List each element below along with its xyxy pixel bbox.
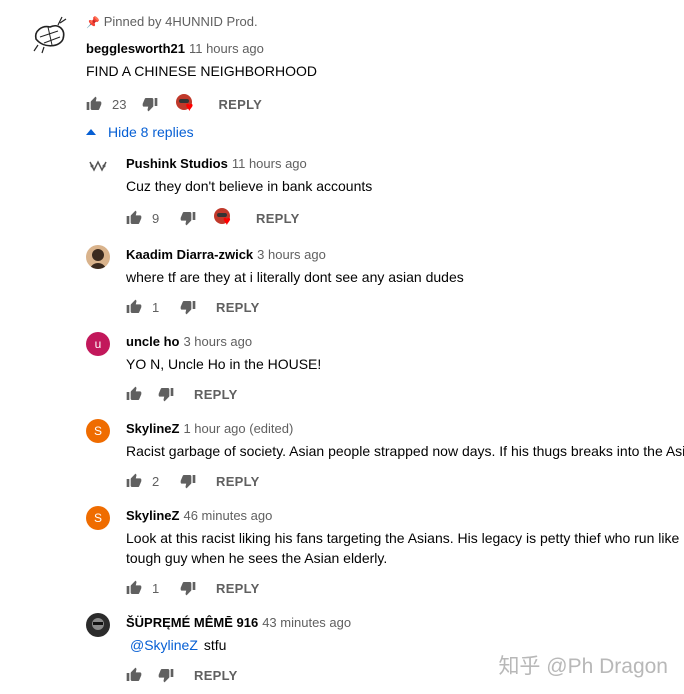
- comment-text: FIND A CHINESE NEIGHBORHOOD: [86, 63, 318, 79]
- reply-actions: 1 REPLY: [126, 295, 260, 319]
- reply-author[interactable]: uncle ho 3 hours ago: [126, 334, 252, 349]
- avatar[interactable]: S: [86, 506, 110, 530]
- dislike-icon[interactable]: [142, 96, 158, 112]
- creator-heart-icon: ♥: [176, 94, 198, 114]
- reply-text: Racist garbage of society. Asian people …: [126, 443, 684, 459]
- pinned-label: 📌 Pinned by 4HUNNID Prod.: [86, 14, 258, 29]
- author-name[interactable]: begglesworth21: [86, 41, 185, 56]
- reply-actions: 9 ♥ REPLY: [126, 206, 300, 230]
- creator-heart-icon: ♥: [214, 208, 236, 228]
- like-count: 9: [152, 210, 160, 226]
- like-count: 1: [152, 299, 160, 315]
- reply-text: Cuz they don't believe in bank accounts: [126, 178, 373, 194]
- reply-actions: 2 REPLY: [126, 469, 260, 493]
- reply-text: @SkylineZ stfu: [130, 637, 227, 653]
- like-icon[interactable]: [126, 299, 142, 315]
- like-count: 2: [152, 473, 160, 489]
- pin-icon: 📌: [86, 17, 100, 29]
- mention-link[interactable]: @SkylineZ: [130, 637, 198, 653]
- reply-author[interactable]: SkylineZ 46 minutes ago: [126, 508, 272, 523]
- like-count: 1: [152, 580, 160, 596]
- reply-author[interactable]: Pushink Studios 11 hours ago: [126, 156, 307, 171]
- like-icon[interactable]: [86, 96, 102, 112]
- like-icon[interactable]: [126, 580, 142, 596]
- like-icon[interactable]: [126, 386, 142, 402]
- reply-button[interactable]: REPLY: [216, 581, 260, 596]
- like-icon[interactable]: [126, 473, 142, 489]
- reply-author[interactable]: Kaadim Diarra-zwick 3 hours ago: [126, 247, 326, 262]
- reply-actions: 1 REPLY: [126, 576, 260, 600]
- dislike-icon[interactable]: [180, 580, 196, 596]
- reply-button[interactable]: REPLY: [218, 97, 262, 112]
- reply-text: YO N, Uncle Ho in the HOUSE!: [126, 356, 322, 372]
- reply-button[interactable]: REPLY: [194, 668, 238, 683]
- dislike-icon[interactable]: [180, 473, 196, 489]
- avatar[interactable]: S: [86, 419, 110, 443]
- like-icon[interactable]: [126, 210, 142, 226]
- reply-author[interactable]: ŠÜPRĘMÉ MÊMĒ 916 43 minutes ago: [126, 615, 351, 630]
- avatar[interactable]: [86, 154, 110, 178]
- reply-actions: REPLY: [126, 663, 238, 687]
- like-count: 23: [112, 96, 127, 112]
- reply-button[interactable]: REPLY: [256, 211, 300, 226]
- dislike-icon[interactable]: [158, 386, 174, 402]
- reply-actions: REPLY: [126, 382, 238, 406]
- comment-author[interactable]: begglesworth21 11 hours ago: [86, 41, 264, 56]
- avatar[interactable]: u: [86, 332, 110, 356]
- dislike-icon[interactable]: [180, 299, 196, 315]
- reply-button[interactable]: REPLY: [216, 300, 260, 315]
- reply-text: where tf are they at i literally dont se…: [126, 269, 464, 285]
- avatar[interactable]: [30, 15, 70, 55]
- watermark: 知乎 @Ph Dragon: [498, 655, 668, 678]
- comment-actions: 23 ♥ REPLY: [86, 92, 262, 116]
- reply-button[interactable]: REPLY: [216, 474, 260, 489]
- like-icon[interactable]: [126, 667, 142, 683]
- reply-button[interactable]: REPLY: [194, 387, 238, 402]
- reply-text-line: tough guy when he sees the Asian elderly…: [126, 550, 388, 566]
- avatar[interactable]: [86, 245, 110, 269]
- dislike-icon[interactable]: [158, 667, 174, 683]
- reply-author[interactable]: SkylineZ 1 hour ago (edited): [126, 421, 293, 436]
- caret-up-icon: [86, 129, 96, 135]
- dislike-icon[interactable]: [180, 210, 196, 226]
- hide-replies-button[interactable]: Hide 8 replies: [86, 124, 194, 140]
- reply-text-line: Look at this racist liking his fans targ…: [126, 530, 680, 546]
- comment-time[interactable]: 11 hours ago: [189, 41, 264, 56]
- avatar[interactable]: [86, 613, 110, 637]
